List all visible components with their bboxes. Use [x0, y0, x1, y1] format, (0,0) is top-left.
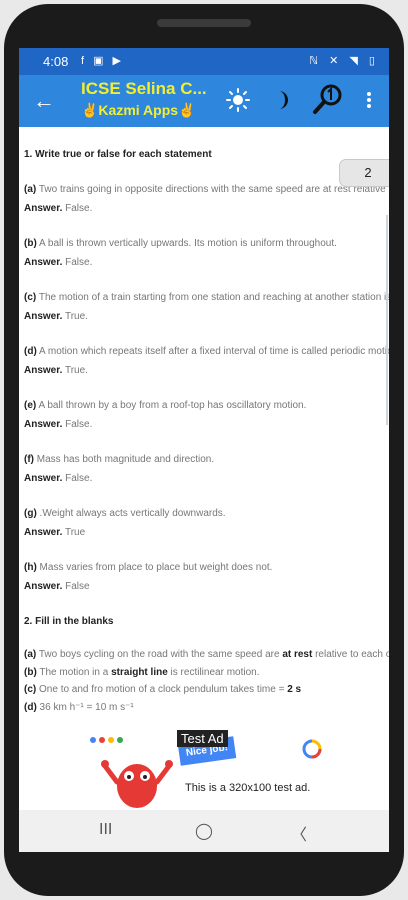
text-span: The motion of a train starting from one …: [38, 292, 389, 303]
phone: 4:08 f ▣ ▶ ℕ ✕ ◥ ▯ ← ICSE Selina C... ✌K…: [0, 0, 408, 900]
bold-text: (b): [24, 667, 37, 678]
moon-icon[interactable]: [269, 87, 295, 113]
text-span: Mass has both magnitude and direction.: [34, 454, 215, 465]
back-button[interactable]: 〈: [291, 821, 307, 845]
bold-text: at rest: [282, 649, 313, 660]
text-span: Mass varies from place to place but weig…: [36, 562, 273, 573]
content-line: Answer. True.: [24, 365, 88, 376]
text-span: One to and fro motion of a clock pendulu…: [36, 684, 288, 695]
ad-banner[interactable]: Nice job! Test Ad This is a 320x100 test…: [75, 728, 333, 810]
bold-text: Answer.: [24, 257, 63, 268]
bold-text: Answer.: [24, 311, 63, 322]
page-indicator-button[interactable]: 2: [339, 159, 389, 187]
bold-text: (h): [24, 562, 37, 573]
bold-text: 1. Write true or false for each statemen…: [24, 149, 212, 160]
app-title-block: ICSE Selina C... ✌Kazmi Apps✌: [81, 79, 213, 119]
content-line: (c) The motion of a train starting from …: [24, 292, 389, 303]
bold-text: Answer.: [24, 203, 63, 214]
text-span: False.: [62, 473, 93, 484]
bold-text: Answer.: [24, 419, 63, 430]
content-line: Answer. False: [24, 581, 90, 592]
back-arrow-icon[interactable]: ←: [33, 88, 55, 114]
system-nav-bar: III ◯ 〈: [19, 810, 389, 852]
text-span: The motion in a: [36, 667, 112, 678]
bold-text: (c): [24, 292, 37, 303]
bold-text: (a): [24, 649, 37, 660]
bold-text: (a): [24, 184, 37, 195]
scrollbar[interactable]: [386, 215, 388, 425]
content-line: (d) 36 km h⁻¹ = 10 m s⁻¹: [24, 702, 134, 713]
sun-icon[interactable]: [225, 87, 251, 113]
home-button[interactable]: ◯: [195, 821, 213, 841]
bold-text: Answer.: [24, 365, 63, 376]
text-span: False.: [62, 257, 93, 268]
ad-tag: Test Ad: [177, 730, 228, 747]
text-span: False.: [62, 419, 93, 430]
content-line: Answer. False.: [24, 203, 92, 214]
text-span: is rectilinear motion.: [167, 667, 260, 678]
text-span: .Weight always acts vertically downwards…: [36, 508, 226, 519]
crab-mascot-icon: [101, 760, 173, 808]
text-span: A ball is thrown vertically upwards. Its…: [36, 238, 337, 249]
section-heading: 1. Write true or false for each statemen…: [24, 149, 212, 160]
text-span: relative to each other.: [315, 649, 389, 660]
bold-text: (d): [24, 346, 37, 357]
bold-text: (f): [24, 454, 34, 465]
content-area[interactable]: 1. Write true or false for each statemen…: [19, 127, 389, 728]
bold-text: (b): [24, 238, 37, 249]
content-line: (e) A ball thrown by a boy from a roof-t…: [24, 400, 306, 411]
overflow-menu-icon[interactable]: [359, 87, 379, 113]
ad-text: This is a 320x100 test ad.: [185, 782, 311, 794]
bold-text: Answer.: [24, 581, 63, 592]
content-line: Answer. False.: [24, 473, 92, 484]
content-line: (h) Mass varies from place to place but …: [24, 562, 272, 573]
screen: 4:08 f ▣ ▶ ℕ ✕ ◥ ▯ ← ICSE Selina C... ✌K…: [19, 48, 389, 852]
content-line: (a) Two trains going in opposite directi…: [24, 184, 389, 195]
speaker: [157, 19, 251, 27]
content-line: (c) One to and fro motion of a clock pen…: [24, 684, 301, 695]
status-time: 4:08: [43, 54, 69, 69]
content-line: (d) A motion which repeats itself after …: [24, 346, 389, 357]
content-line: (b) A ball is thrown vertically upwards.…: [24, 238, 337, 249]
bold-text: Answer.: [24, 527, 63, 538]
bold-text: Answer.: [24, 473, 63, 484]
text-span: A motion which repeats itself after a fi…: [36, 346, 389, 357]
text-span: Two trains going in opposite directions …: [38, 184, 389, 195]
ad-logo-icon: [302, 739, 322, 759]
bold-text: (d): [24, 702, 37, 713]
bold-text: (c): [24, 684, 37, 695]
text-span: True.: [62, 311, 88, 322]
status-system-icons: ℕ ✕ ◥ ▯: [309, 55, 379, 67]
text-span: True.: [62, 365, 88, 376]
content-line: Answer. True.: [24, 311, 88, 322]
content-line: (f) Mass has both magnitude and directio…: [24, 454, 214, 465]
content-line: (a) Two boys cycling on the road with th…: [24, 649, 389, 660]
status-bar: 4:08 f ▣ ▶ ℕ ✕ ◥ ▯: [19, 48, 389, 75]
content-line: Answer. False.: [24, 419, 92, 430]
text-span: A ball thrown by a boy from a roof-top h…: [36, 400, 307, 411]
content-line: (g) .Weight always acts vertically downw…: [24, 508, 226, 519]
section-heading: 2. Fill in the blanks: [24, 616, 113, 627]
bold-text: 2. Fill in the blanks: [24, 616, 114, 627]
content-line: Answer. True: [24, 527, 85, 538]
status-notification-icons: f ▣ ▶: [81, 55, 125, 67]
search-icon[interactable]: [311, 82, 345, 116]
app-bar: ← ICSE Selina C... ✌Kazmi Apps✌: [19, 75, 389, 127]
bold-text: (g): [24, 508, 37, 519]
content-line: Answer. False.: [24, 257, 92, 268]
ad-dots-icon: [90, 737, 123, 743]
app-title: ICSE Selina C...: [81, 79, 207, 98]
bold-text: straight line: [111, 667, 168, 678]
bold-text: 2 s: [287, 684, 302, 695]
text-span: 36 km h⁻¹ = 10 m s⁻¹: [36, 702, 134, 713]
app-subtitle: ✌Kazmi Apps✌: [81, 102, 196, 118]
text-span: False.: [62, 203, 93, 214]
text-span: True: [62, 527, 86, 538]
text-span: False: [62, 581, 90, 592]
bold-text: (e): [24, 400, 37, 411]
text-span: Two boys cycling on the road with the sa…: [36, 649, 283, 660]
content-line: (b) The motion in a straight line is rec…: [24, 667, 259, 678]
recent-apps-button[interactable]: III: [99, 821, 112, 839]
